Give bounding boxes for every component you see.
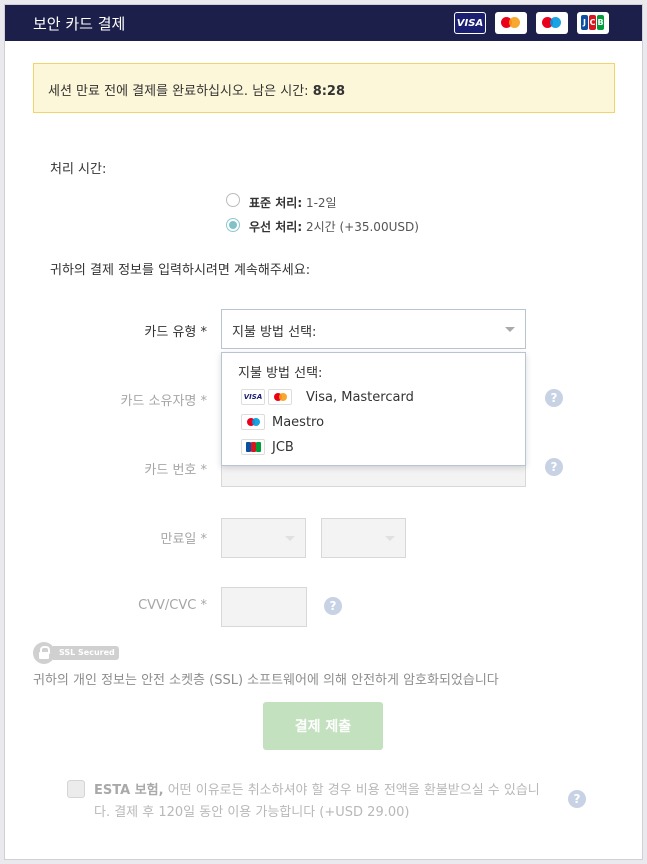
chevron-down-icon (505, 327, 515, 332)
timer-message: 세션 만료 전에 결제를 완료하십시오. 남은 시간: (48, 84, 313, 99)
submit-payment-button[interactable]: 결제 제출 (263, 702, 383, 750)
card-type-dropdown: 지불 방법 선택: VISA Visa, Mastercard Maestro … (221, 352, 526, 466)
expiry-label: 만료일 * (160, 532, 207, 547)
visa-card-icon: VISA (454, 12, 486, 34)
timer-value: 8:28 (312, 84, 346, 99)
chevron-down-icon (285, 536, 295, 541)
card-number-label: 카드 번호 * (144, 463, 207, 478)
page-title: 보안 카드 결제 (33, 15, 126, 33)
dropdown-option-visa-mastercard[interactable]: VISA Visa, Mastercard (222, 386, 525, 410)
ssl-notice: 귀하의 개인 정보는 안전 소켓층 (SSL) 소프트웨어에 의해 안전하게 암… (33, 673, 499, 688)
insurance-checkbox[interactable] (67, 780, 85, 798)
insurance-help-icon[interactable]: ? (568, 790, 586, 808)
cvv-help-icon[interactable]: ? (324, 597, 342, 615)
payment-instruction: 귀하의 결제 정보를 입력하시려면 계속해주세요: (50, 263, 311, 278)
insurance-description: ESTA 보험, 어떤 이유로든 취소하셔야 할 경우 비용 전액을 환불받으실… (94, 783, 540, 820)
chevron-down-icon (385, 536, 395, 541)
processing-time-label: 처리 시간: (50, 162, 107, 177)
card-type-select[interactable]: 지불 방법 선택: (221, 309, 526, 349)
dropdown-option-maestro[interactable]: Maestro (222, 411, 525, 435)
jcb-icon (241, 439, 265, 455)
card-holder-label: 카드 소유자명 * (120, 394, 207, 409)
dropdown-option-jcb[interactable]: JCB (222, 436, 525, 460)
radio-standard-processing[interactable] (226, 193, 240, 207)
standard-processing-text: 표준 처리: 1-2일 (249, 196, 337, 210)
dropdown-header: 지불 방법 선택: (238, 366, 323, 381)
cvv-input[interactable] (221, 587, 307, 627)
maestro-card-icon (536, 12, 568, 34)
expiry-month-select[interactable] (221, 518, 306, 558)
session-timer-notice: 세션 만료 전에 결제를 완료하십시오. 남은 시간: 8:28 (33, 63, 615, 113)
payment-panel: 보안 카드 결제 VISA J C B 세션 만료 전에 결제를 완료하십시오.… (4, 4, 643, 860)
card-number-help-icon[interactable]: ? (545, 458, 563, 476)
maestro-icon (241, 414, 265, 430)
jcb-card-icon: J C B (577, 12, 609, 34)
priority-processing-text: 우선 처리: 2시간 (+35.00USD) (249, 220, 419, 234)
header-bar: 보안 카드 결제 VISA J C B (5, 5, 642, 41)
lock-icon (33, 642, 55, 664)
card-holder-help-icon[interactable]: ? (545, 389, 563, 407)
cvv-label: CVV/CVC * (138, 598, 207, 613)
mastercard-card-icon (495, 12, 527, 34)
ssl-secured-badge: SSL Secured (33, 642, 123, 664)
card-type-label: 카드 유형 * (144, 325, 207, 340)
expiry-year-select[interactable] (321, 518, 406, 558)
radio-priority-processing[interactable] (226, 218, 240, 232)
visa-icon: VISA (241, 389, 265, 405)
mastercard-icon (268, 389, 292, 405)
